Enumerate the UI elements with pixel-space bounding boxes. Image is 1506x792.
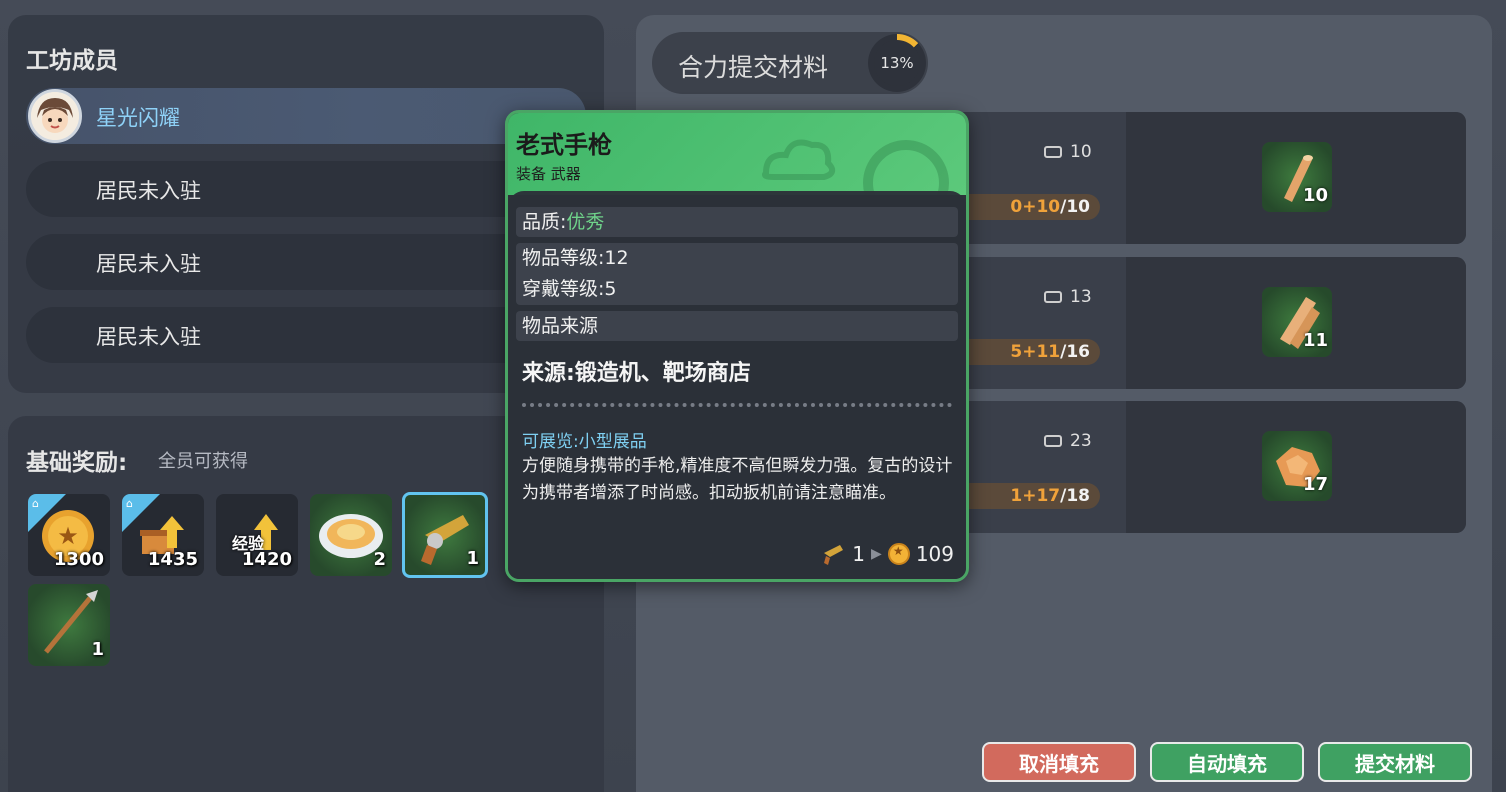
material-slot[interactable]: 11 — [1262, 287, 1332, 357]
stock-count: 13 — [1070, 287, 1092, 307]
progress-percent: 13% — [874, 40, 920, 86]
material-stock: 23 — [1044, 431, 1092, 451]
quality-value: 优秀 — [566, 211, 605, 233]
reward-slot-workshop-exp[interactable]: ⌂ 1435 — [122, 494, 204, 576]
member-name: 星光闪耀 — [96, 106, 180, 130]
progress-ring: 13% — [868, 34, 926, 92]
cloud-decoration-icon — [762, 139, 949, 195]
divider — [522, 403, 952, 407]
material-slot-area: 10 — [1126, 112, 1466, 244]
reward-count: 2 — [373, 549, 386, 570]
auto-fill-button[interactable]: 自动填充 — [1150, 742, 1304, 782]
source-header: 物品来源 — [522, 315, 599, 337]
material-progress-text: 0+10/10 — [1010, 197, 1090, 217]
member-row-3[interactable]: 居民未入驻 — [26, 234, 586, 290]
material-slot-count: 11 — [1302, 330, 1328, 351]
submit-header: 合力提交材料 13% — [652, 32, 928, 94]
material-stock: 10 — [1044, 142, 1092, 162]
reward-count: 1420 — [241, 549, 292, 570]
reward-count: 1 — [91, 639, 104, 660]
home-icon: ⌂ — [126, 497, 133, 510]
material-slot-area: 11 — [1126, 257, 1466, 389]
material-slot[interactable]: 17 — [1262, 431, 1332, 501]
home-icon: ⌂ — [32, 497, 39, 510]
stock-count: 10 — [1070, 142, 1092, 162]
arrow-right-icon: ▶ — [871, 546, 882, 562]
members-title: 工坊成员 — [26, 48, 118, 74]
item-tooltip: 老式手枪 装备 武器 品质:优秀 物品等级:12 穿戴等级:5 物品来源 来源:… — [505, 110, 969, 582]
member-row-4[interactable]: 居民未入驻 — [26, 307, 586, 363]
reward-slot-pistol[interactable]: 1 — [402, 492, 488, 578]
exhibit-text: 可展览:小型展品 — [522, 432, 647, 452]
quality-row: 品质:优秀 — [516, 207, 958, 237]
pistol-small-icon — [824, 545, 844, 565]
gold-coin-icon — [887, 543, 910, 565]
stock-icon — [1044, 291, 1062, 303]
owned-count: 1 — [852, 542, 866, 566]
tooltip-footer: 1 ▶ 109 — [820, 541, 954, 567]
tooltip-title: 老式手枪 — [516, 131, 612, 159]
source-header-row: 物品来源 — [516, 311, 958, 341]
material-slot-area: 17 — [1126, 401, 1466, 533]
avatar — [28, 89, 82, 143]
reward-slot-gold[interactable]: ★ ⌂ 1300 — [28, 494, 110, 576]
member-row-1[interactable]: 星光闪耀 — [26, 88, 586, 144]
tooltip-header: 老式手枪 装备 武器 — [508, 113, 966, 195]
reward-slot-pancake[interactable]: 2 — [310, 494, 392, 576]
rewards-subtitle: 全员可获得 — [158, 451, 248, 472]
quality-label: 品质: — [522, 211, 567, 233]
member-name: 居民未入驻 — [96, 325, 201, 349]
price: 109 — [915, 542, 954, 566]
reward-count: 1 — [466, 548, 479, 569]
source-text: 来源:锻造机、靶场商店 — [522, 361, 751, 386]
wear-level: 穿戴等级:5 — [522, 278, 617, 300]
submit-materials-button[interactable]: 提交材料 — [1318, 742, 1472, 782]
material-slot-count: 17 — [1302, 474, 1328, 495]
stock-count: 23 — [1070, 431, 1092, 451]
tooltip-body: 品质:优秀 物品等级:12 穿戴等级:5 物品来源 来源:锻造机、靶场商店 可展… — [508, 191, 966, 579]
member-name: 居民未入驻 — [96, 252, 201, 276]
item-level: 物品等级:12 — [522, 247, 629, 269]
submit-title: 合力提交材料 — [678, 53, 829, 82]
stock-icon — [1044, 146, 1062, 158]
stock-icon — [1044, 435, 1062, 447]
material-progress-text: 5+11/16 — [1010, 342, 1090, 362]
cancel-fill-button[interactable]: 取消填充 — [982, 742, 1136, 782]
reward-count: 1435 — [147, 549, 198, 570]
material-progress-text: 1+17/18 — [1010, 486, 1090, 506]
rewards-title: 基础奖励: — [26, 450, 128, 476]
tooltip-type: 装备 武器 — [516, 165, 581, 183]
member-name: 居民未入驻 — [96, 179, 201, 203]
reward-count: 1300 — [53, 549, 104, 570]
description: 方便随身携带的手枪,精准度不高但瞬发力强。复古的设计为携带者增添了时尚感。扣动扳… — [522, 456, 953, 503]
material-slot-count: 10 — [1302, 185, 1328, 206]
member-row-2[interactable]: 居民未入驻 — [26, 161, 586, 217]
material-slot[interactable]: 10 — [1262, 142, 1332, 212]
level-row: 物品等级:12 穿戴等级:5 — [516, 243, 958, 305]
material-stock: 13 — [1044, 287, 1092, 307]
reward-slot-exp[interactable]: 经验 1420 — [216, 494, 298, 576]
reward-slot-spear[interactable]: 1 — [28, 584, 110, 666]
